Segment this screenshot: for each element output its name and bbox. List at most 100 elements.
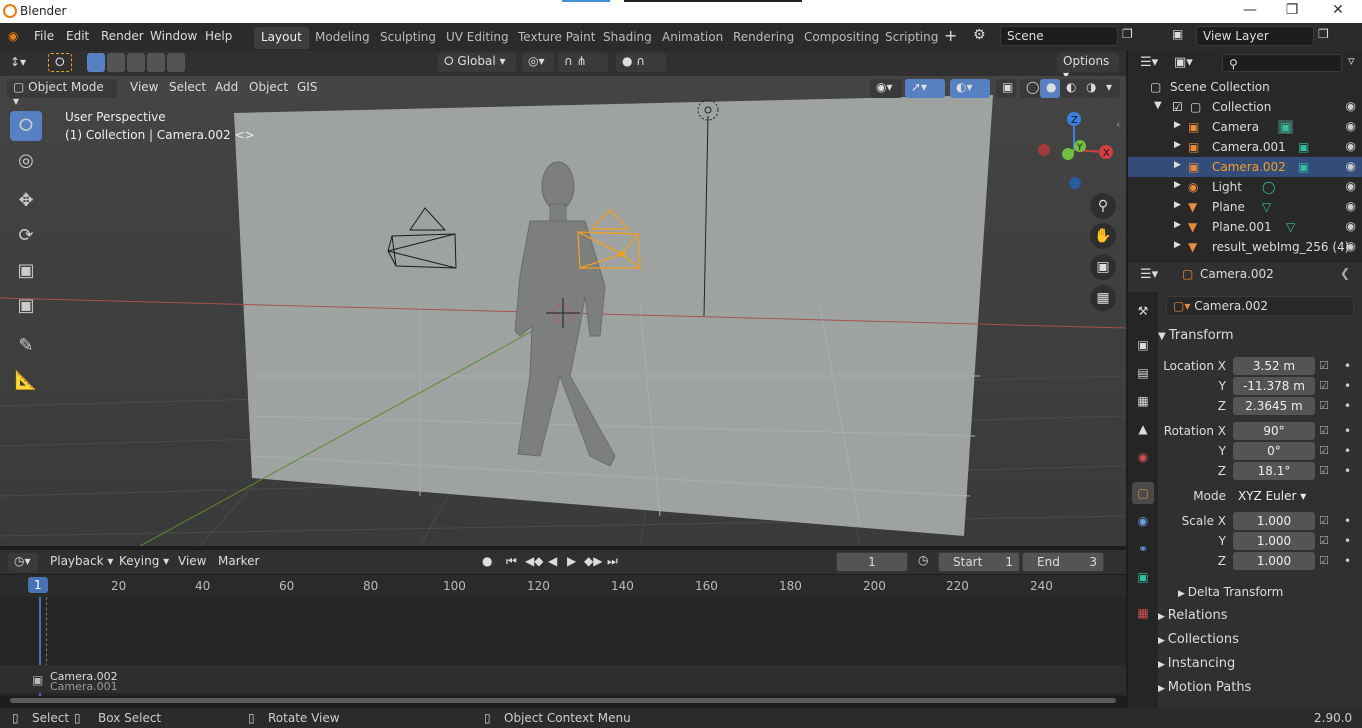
pin-icon[interactable]: ❮ — [1340, 266, 1350, 280]
lock-icon[interactable]: ☑ — [1319, 464, 1329, 477]
end-frame-field[interactable]: End 3 — [1022, 552, 1104, 572]
next-keyframe-icon[interactable]: ◆▶ — [584, 554, 602, 568]
timeline-editor-icon[interactable]: ◷▾ — [8, 553, 38, 572]
outliner-editor-icon[interactable]: ☰▾ — [1140, 55, 1158, 70]
keyframe-dot-icon[interactable]: • — [1344, 399, 1351, 413]
outliner-scene-collection[interactable]: ▢ Scene Collection — [1128, 77, 1362, 97]
outliner-item[interactable]: ▶ ▼ Plane ▽ ◉ — [1128, 197, 1362, 217]
tab-sculpting[interactable]: Sculpting — [373, 27, 443, 49]
sidebar-toggle-icon[interactable]: ‹ — [1116, 118, 1120, 131]
camera-data-icon[interactable]: ▣ — [1298, 140, 1309, 154]
collections-panel[interactable]: ▶ Collections — [1158, 632, 1358, 654]
lock-icon[interactable]: ☑ — [1319, 444, 1329, 457]
snap-icon[interactable]: ∩ ⋔ — [558, 53, 608, 72]
outliner-item[interactable]: ▶ ▣ Camera ▣ ◉ — [1128, 117, 1362, 137]
eye-icon[interactable]: ◉ — [1346, 219, 1356, 233]
scale-tool-icon[interactable]: ▣ — [10, 256, 42, 286]
rendered-shading-icon[interactable]: ◑ — [1080, 79, 1100, 98]
visibility-icon[interactable]: ◉▾ — [870, 79, 902, 98]
play-reverse-icon[interactable]: ◀ — [548, 554, 557, 568]
minimize-icon[interactable]: — — [1230, 2, 1270, 18]
timeline-playback-menu[interactable]: Playback ▾ — [50, 554, 113, 568]
instancing-panel[interactable]: ▶ Instancing — [1158, 656, 1358, 678]
output-tab-icon[interactable]: ▤ — [1132, 362, 1154, 384]
outliner-item[interactable]: ▶ ▼ result_webImg_256 (4) ◉ — [1128, 237, 1362, 257]
measure-tool-icon[interactable]: 📐 — [10, 366, 42, 396]
location-z-field[interactable]: 2.3645 m — [1233, 397, 1315, 415]
outliner-item[interactable]: ▶ ◉ Light ◯ ◉ — [1128, 177, 1362, 197]
tab-layout[interactable]: Layout — [254, 27, 309, 49]
ortho-grid-icon[interactable]: ▦ — [1090, 285, 1116, 311]
blender-menu-icon[interactable]: ◉ — [8, 29, 18, 43]
mode-difference-icon[interactable] — [147, 53, 165, 72]
gizmo-toggle-icon[interactable]: ➚▾ — [905, 79, 945, 98]
mode-subtract-icon[interactable] — [127, 53, 145, 72]
expand-arrow-icon[interactable]: ▶ — [1174, 160, 1181, 170]
xray-icon[interactable]: ▣ — [996, 79, 1016, 98]
tool-tab-icon[interactable]: ⚒ — [1132, 300, 1154, 322]
timeline-scrollbar[interactable] — [10, 698, 1116, 703]
clock-icon[interactable]: ◷ — [918, 553, 928, 567]
scale-z-field[interactable]: 1.000 — [1233, 552, 1315, 570]
lock-icon[interactable]: ☑ — [1319, 379, 1329, 392]
menu-gis[interactable]: GIS — [291, 79, 324, 98]
constraints-tab-icon[interactable]: ⚭ — [1132, 538, 1154, 560]
expand-arrow-icon[interactable]: ▶ — [1174, 140, 1181, 150]
lock-icon[interactable]: ☑ — [1319, 359, 1329, 372]
eye-icon[interactable]: ◉ — [1346, 119, 1356, 133]
lock-icon[interactable]: ☑ — [1319, 514, 1329, 527]
timeline-body[interactable]: Camera.002 Camera.001 ▣ — [0, 597, 1126, 703]
outliner-search-input[interactable]: ⚲ — [1222, 54, 1342, 72]
eye-icon[interactable]: ◉ — [1346, 159, 1356, 173]
keyframe-dot-icon[interactable]: • — [1344, 464, 1351, 478]
new-view-layer-icon[interactable]: ❐ — [1318, 27, 1329, 41]
eye-icon[interactable]: ◉ — [1346, 99, 1356, 113]
editor-type-icon[interactable]: ↕▾ — [10, 55, 26, 69]
delta-transform-panel[interactable]: ▶ Delta Transform — [1178, 585, 1362, 607]
record-icon[interactable]: ● — [482, 554, 492, 568]
tab-uv-editing[interactable]: UV Editing — [439, 27, 516, 49]
proportional-edit-icon[interactable]: ● ∩ — [616, 53, 666, 72]
tab-compositing[interactable]: Compositing — [797, 27, 886, 49]
menu-view[interactable]: View — [124, 79, 165, 98]
outliner-item[interactable]: ▶ ▣ Camera.002 ▣ ◉ — [1128, 157, 1362, 177]
transform-panel-header[interactable]: ▼ Transform — [1158, 328, 1358, 350]
expand-arrow-icon[interactable]: ▶ — [1174, 120, 1181, 130]
timeline-view-menu[interactable]: View — [178, 554, 206, 568]
physics-tab-icon[interactable]: ◉ — [1132, 510, 1154, 532]
scale-y-field[interactable]: 1.000 — [1233, 532, 1315, 550]
motion-paths-panel[interactable]: ▶ Motion Paths — [1158, 680, 1358, 702]
tab-scripting[interactable]: Scripting — [878, 27, 945, 49]
rotation-x-field[interactable]: 90° — [1233, 422, 1315, 440]
solid-shading-icon[interactable]: ● — [1040, 79, 1060, 98]
rotation-y-field[interactable]: 0° — [1233, 442, 1315, 460]
select-box-tool-icon[interactable]: ⭘ — [48, 53, 72, 72]
light-data-icon[interactable]: ◯ — [1262, 180, 1275, 194]
render-tab-icon[interactable]: ▣ — [1132, 334, 1154, 356]
playhead-frame[interactable]: 1 — [28, 577, 48, 593]
camera-data-icon[interactable]: ▣ — [1278, 120, 1294, 134]
tab-modeling[interactable]: Modeling — [308, 27, 377, 49]
view-layer-field[interactable]: View Layer — [1196, 26, 1314, 46]
lock-icon[interactable]: ☑ — [1319, 399, 1329, 412]
tab-animation[interactable]: Animation — [655, 27, 730, 49]
keyframe-dot-icon[interactable]: • — [1344, 554, 1351, 568]
timeline-keying-menu[interactable]: Keying ▾ — [119, 554, 169, 568]
menu-window[interactable]: Window — [150, 29, 197, 43]
eye-icon[interactable]: ◉ — [1346, 199, 1356, 213]
jump-end-icon[interactable]: ⏭ — [607, 554, 618, 569]
menu-select[interactable]: Select — [163, 79, 213, 98]
overlay-toggle-icon[interactable]: ◐▾ — [950, 79, 990, 98]
camera-data-icon[interactable]: ▣ — [1298, 160, 1309, 174]
material-shading-icon[interactable]: ◐ — [1060, 79, 1080, 98]
mesh-data-icon[interactable]: ▽ — [1286, 220, 1295, 234]
mode-intersect-icon[interactable] — [167, 53, 185, 72]
relations-panel[interactable]: ▶ Relations — [1158, 608, 1358, 630]
menu-object[interactable]: Object — [243, 79, 295, 98]
keyframe-dot-icon[interactable]: • — [1344, 359, 1351, 373]
scene-icon[interactable]: ⚙ — [973, 27, 986, 43]
lock-icon[interactable]: ☑ — [1319, 554, 1329, 567]
lock-icon[interactable]: ☑ — [1319, 534, 1329, 547]
tab-shading[interactable]: Shading — [596, 27, 659, 49]
world-tab-icon[interactable]: ◉ — [1132, 446, 1154, 468]
